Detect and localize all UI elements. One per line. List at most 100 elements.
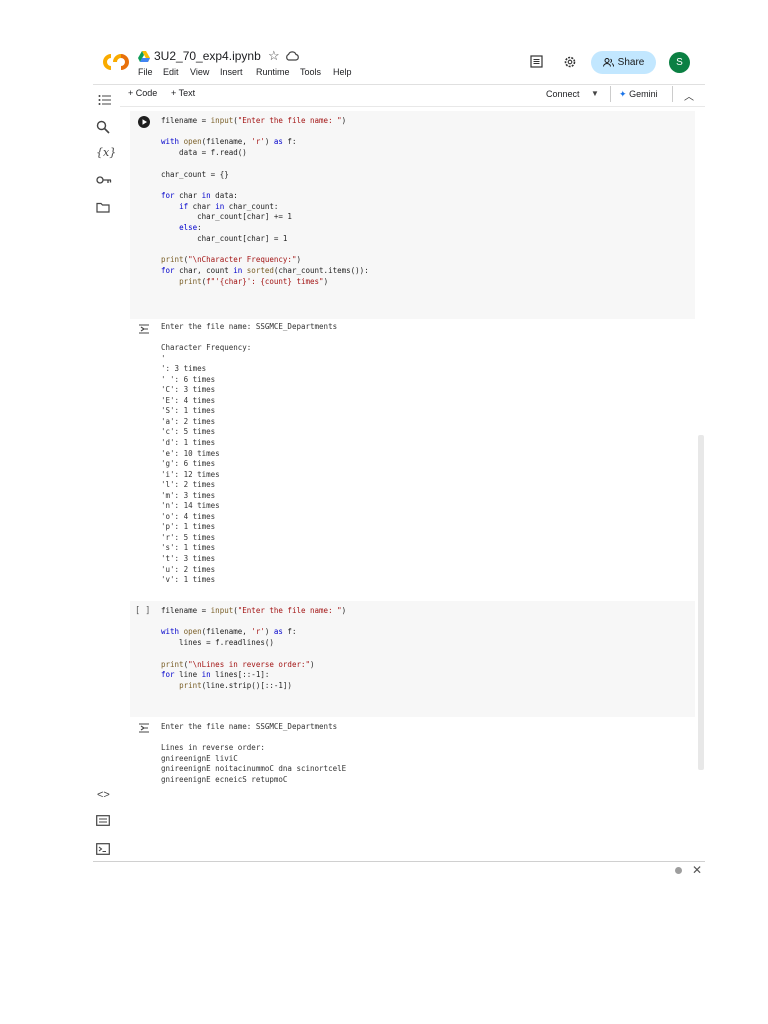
add-code-button[interactable]: + Code [128,88,157,98]
code-token: (filename, [201,627,252,637]
code-token: : [197,223,202,233]
output-line: ': 3 times [161,364,207,374]
code-token: open [183,137,202,147]
code-token: ) [323,276,329,286]
code-token: print [179,276,202,286]
code-token: input [210,606,234,615]
output-toggle-icon[interactable] [138,324,150,334]
menu-runtime[interactable]: Runtime [256,67,290,77]
code-token: lines = f.readlines() [161,638,274,648]
avatar[interactable]: S [669,52,690,73]
code-token: "\nCharacter Frequency:" [188,255,297,265]
key-icon[interactable] [96,175,112,185]
gemini-label: Gemini [629,89,658,99]
output-line: 'm': 3 times [161,490,216,500]
code-token: ) [264,137,274,147]
sparkle-icon: ✦ [619,89,627,99]
code-snippets-icon[interactable]: <> [97,789,110,801]
output-line: 'v': 1 times [161,575,216,585]
code-token: ) [264,627,274,637]
code-token: char, count [179,265,234,275]
gemini-button[interactable]: ✦ Gemini [619,89,658,100]
command-palette-icon[interactable] [96,815,110,826]
terminal-icon[interactable] [96,843,110,855]
menu-help[interactable]: Help [333,67,352,77]
code-token: open [183,627,202,637]
code-token: in [201,670,211,680]
comments-icon[interactable] [530,55,543,68]
divider [93,861,705,862]
code-token: char_count[char] = 1 [161,233,288,243]
code-token: f: [282,627,297,637]
cloud-saved-icon[interactable] [285,50,299,62]
caret-down-icon[interactable]: ▼ [591,89,599,98]
variables-icon[interactable]: {x} [96,146,116,159]
search-icon[interactable] [96,120,110,134]
people-icon [602,58,614,67]
menu-tools[interactable]: Tools [300,67,321,77]
code-token: if [179,201,193,211]
output-line: 'E': 4 times [161,395,216,405]
output-line: 'r': 5 times [161,532,216,542]
code-editor[interactable]: filename = input("Enter the file name: "… [161,606,346,692]
close-icon[interactable]: ✕ [692,863,702,877]
notebook-title[interactable]: 3U2_70_exp4.ipynb [154,49,261,63]
status-indicator [675,867,682,874]
code-token: char_count: [224,201,279,211]
connect-button[interactable]: Connect [546,89,580,99]
output-toggle-icon[interactable] [138,723,150,733]
chevron-up-icon[interactable]: ︿ [684,88,694,103]
divider [93,84,705,85]
share-button[interactable]: Share [591,51,656,74]
output-line: 'i': 12 times [161,469,220,479]
output-line: 'p': 1 times [161,522,216,532]
menu-view[interactable]: View [190,67,209,77]
code-editor[interactable]: filename = input("Enter the file name: "… [161,116,369,287]
code-token: as [273,137,283,147]
scrollbar[interactable] [698,435,704,770]
code-token: filename = [161,116,211,125]
add-text-button[interactable]: + Text [171,88,195,98]
output-line: 'e': 10 times [161,448,220,458]
output-line: 'l': 2 times [161,480,216,490]
menu-file[interactable]: File [138,67,153,77]
star-icon[interactable]: ☆ [268,48,280,64]
menu-insert[interactable]: Insert [220,67,243,77]
run-cell-button[interactable]: [ ] [135,606,150,616]
run-cell-button[interactable] [138,116,150,128]
code-token: in [233,265,247,275]
code-token: print [161,255,184,265]
code-token: data: [210,190,238,200]
output-line: gnireenignE noitacinummoC dna scinortcel… [161,764,347,774]
output-line: Enter the file name: SSGMCE_Departments [161,722,338,731]
toolbar-divider [672,86,673,102]
code-token: 'r' [251,627,265,637]
code-token: data = f.read() [161,148,247,158]
output-line: ' ': 6 times [161,374,216,384]
code-token: "Enter the file name: " [237,606,342,615]
code-token: (char_count.items()): [273,265,369,275]
menu-edit[interactable]: Edit [163,67,179,77]
toolbar-divider [610,86,611,102]
cell-output: Enter the file name: SSGMCE_Departments … [161,722,346,785]
table-of-contents-icon[interactable] [98,94,111,106]
folder-icon[interactable] [96,202,110,213]
code-token: char [192,201,216,211]
code-token: with [161,137,184,147]
output-line: 'n': 14 times [161,501,220,511]
code-token: print [161,659,184,669]
code-token: for [161,670,180,680]
code-token: char_count = {} [161,169,229,179]
output-line: 'a': 2 times [161,416,216,426]
code-token: as [273,627,283,637]
code-token: char [179,190,202,200]
output-line: gnireenignE ecneicS retupmoC [161,774,288,784]
code-token: ) [310,659,315,669]
code-token: in [215,201,225,211]
output-line: 'g': 6 times [161,459,216,469]
gear-icon[interactable] [563,55,577,69]
code-token: line [179,670,202,680]
output-line: Character Frequency: [161,343,252,353]
